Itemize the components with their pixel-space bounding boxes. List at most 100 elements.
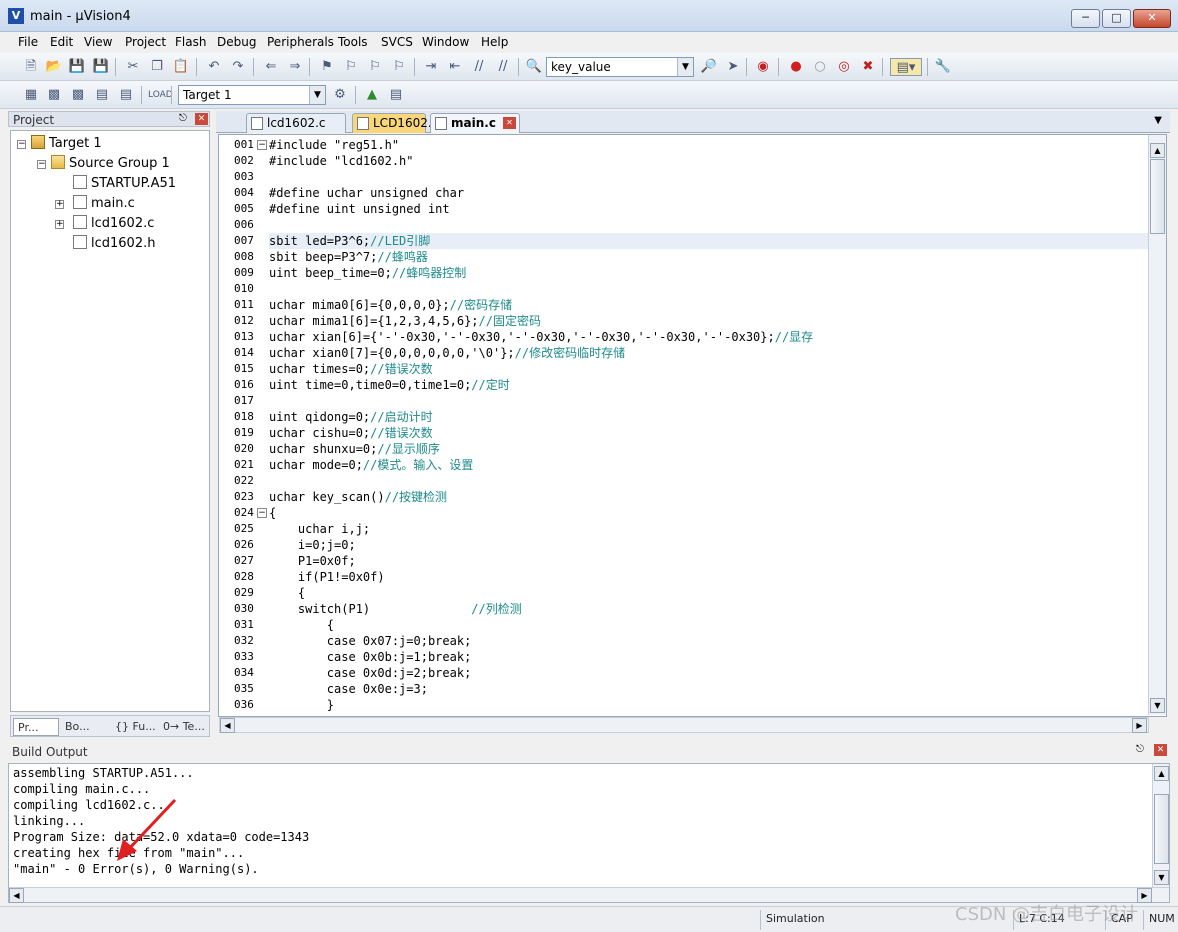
fold-toggle-icon[interactable]: −	[257, 140, 267, 150]
indent-icon[interactable]: ⇥	[422, 58, 440, 76]
comment-icon[interactable]: //	[470, 58, 488, 76]
scroll-down-icon[interactable]: ▼	[1150, 698, 1165, 713]
tab-project[interactable]: Pr...	[13, 718, 59, 736]
paste-icon[interactable]: 📋	[172, 58, 190, 76]
tab-lcd1602-h[interactable]: LCD1602.H	[352, 113, 441, 133]
scroll-up-icon[interactable]: ▲	[1150, 143, 1165, 158]
tree-target[interactable]: Target 1	[31, 135, 102, 153]
vertical-scrollbar[interactable]: ▲ ▼	[1152, 764, 1169, 888]
save-icon[interactable]: 💾	[68, 58, 86, 76]
horizontal-scrollbar[interactable]: ◀ ▶	[219, 717, 1149, 733]
tab-functions[interactable]: {} Fu...	[111, 718, 157, 736]
copy-icon[interactable]: ❐	[148, 58, 166, 76]
find-in-files-icon[interactable]: 🔍	[525, 58, 543, 76]
scroll-down-icon[interactable]: ▼	[1154, 870, 1169, 885]
scroll-left-icon[interactable]: ◀	[9, 888, 24, 903]
clear-bookmarks-icon[interactable]: ⚐	[390, 58, 408, 76]
pin-icon[interactable]: ⎋	[1136, 744, 1144, 755]
find-combo[interactable]: key_value ▼	[546, 57, 694, 77]
collapse-icon[interactable]: −	[37, 160, 46, 169]
collapse-icon[interactable]: −	[17, 140, 26, 149]
build-icon[interactable]: ▩	[45, 86, 63, 104]
tree-file-main[interactable]: main.c	[73, 195, 135, 213]
menu-edit[interactable]: Edit	[50, 35, 73, 49]
chevron-down-icon[interactable]: ▼	[309, 86, 325, 104]
scroll-thumb[interactable]	[1150, 159, 1165, 234]
code-line: uchar key_scan()//按键检测	[269, 489, 447, 505]
tab-list-icon[interactable]: ▼	[1154, 115, 1162, 126]
close-icon[interactable]: ✕	[503, 117, 516, 129]
next-bookmark-icon[interactable]: ⚐	[366, 58, 384, 76]
rebuild-icon[interactable]: ▩	[69, 86, 87, 104]
target-combo[interactable]: Target 1 ▼	[178, 85, 326, 105]
tree-file-lcd1602h[interactable]: lcd1602.h	[73, 235, 155, 253]
incremental-find-icon[interactable]: ➤	[724, 58, 742, 76]
stop-build-icon[interactable]: ▤	[117, 86, 135, 104]
configure-icon[interactable]: 🔧	[934, 58, 952, 76]
tab-main-c[interactable]: main.c ✕	[430, 113, 520, 133]
fold-toggle-icon[interactable]: −	[257, 508, 267, 518]
kill-breakpoints-icon[interactable]: ✖	[859, 58, 877, 76]
maximize-button[interactable]: □	[1102, 9, 1131, 28]
new-file-icon[interactable]: 🗎	[22, 58, 40, 76]
disable-all-breakpoints-icon[interactable]: ◎	[835, 58, 853, 76]
scroll-right-icon[interactable]: ▶	[1137, 888, 1152, 903]
redo-icon[interactable]: ↷	[229, 58, 247, 76]
scroll-left-icon[interactable]: ◀	[220, 718, 235, 733]
toolbar-separator	[778, 58, 779, 76]
expand-icon[interactable]: +	[55, 200, 64, 209]
debug-start-icon[interactable]: ◉	[754, 58, 772, 76]
expand-icon[interactable]: +	[55, 220, 64, 229]
tree-file-lcd1602c[interactable]: lcd1602.c	[73, 215, 154, 233]
open-file-icon[interactable]: 📂	[45, 58, 63, 76]
tab-lcd1602-c[interactable]: lcd1602.c	[246, 113, 346, 133]
minimize-button[interactable]: ─	[1071, 9, 1100, 28]
scroll-right-icon[interactable]: ▶	[1132, 718, 1147, 733]
nav-back-icon[interactable]: ⇐	[262, 58, 280, 76]
menu-window[interactable]: Window	[422, 35, 469, 49]
menu-svcs[interactable]: SVCS	[381, 35, 413, 49]
batch-build-icon[interactable]: ▤	[93, 86, 111, 104]
nav-forward-icon[interactable]: ⇒	[286, 58, 304, 76]
prev-bookmark-icon[interactable]: ⚐	[342, 58, 360, 76]
line-number: 036	[234, 698, 254, 711]
bookmark-icon[interactable]: ⚑	[318, 58, 336, 76]
target-options-icon[interactable]: ⚙	[331, 86, 349, 104]
menu-view[interactable]: View	[84, 35, 112, 49]
cut-icon[interactable]: ✂	[124, 58, 142, 76]
vertical-scrollbar[interactable]: ▲ ▼	[1148, 135, 1166, 715]
code-text: {	[269, 586, 306, 600]
translate-icon[interactable]: ▦	[22, 86, 40, 104]
tree-file-startup[interactable]: STARTUP.A51	[73, 175, 176, 193]
disable-breakpoint-icon[interactable]: ○	[811, 58, 829, 76]
chevron-down-icon[interactable]: ▼	[677, 58, 693, 76]
menu-file[interactable]: File	[18, 35, 38, 49]
tab-books[interactable]: Bo...	[61, 718, 109, 736]
pin-icon[interactable]: ⎋	[179, 113, 187, 124]
breakpoint-icon[interactable]: ●	[787, 58, 805, 76]
scroll-thumb[interactable]	[1154, 794, 1169, 864]
menu-help[interactable]: Help	[481, 35, 508, 49]
menu-debug[interactable]: Debug	[217, 35, 256, 49]
close-icon[interactable]: ✕	[1154, 744, 1167, 756]
close-button[interactable]: ✕	[1133, 9, 1171, 28]
find-icon[interactable]: 🔎	[700, 58, 718, 76]
code-comment: //LED引脚	[370, 234, 431, 248]
select-packs-icon[interactable]: ▤	[387, 86, 405, 104]
close-icon[interactable]: ✕	[195, 113, 208, 125]
uncomment-icon[interactable]: //	[494, 58, 512, 76]
menu-tools[interactable]: Tools	[338, 35, 368, 49]
menu-flash[interactable]: Flash	[175, 35, 206, 49]
unindent-icon[interactable]: ⇤	[446, 58, 464, 76]
menu-project[interactable]: Project	[125, 35, 166, 49]
menu-peripherals[interactable]: Peripherals	[267, 35, 334, 49]
scroll-up-icon[interactable]: ▲	[1154, 766, 1169, 781]
manage-components-icon[interactable]: ▲	[363, 86, 381, 104]
tree-source-group[interactable]: Source Group 1	[51, 155, 170, 173]
window-select-icon[interactable]: ▤▾	[890, 58, 922, 76]
undo-icon[interactable]: ↶	[205, 58, 223, 76]
download-icon[interactable]: LOAD	[148, 86, 173, 104]
tab-templates[interactable]: 0→ Te...	[159, 718, 209, 736]
save-all-icon[interactable]: 💾	[92, 58, 110, 76]
code-editor[interactable]: 001−002 003 004 005 006 007 008 009 010 011 012 013…	[218, 134, 1167, 717]
